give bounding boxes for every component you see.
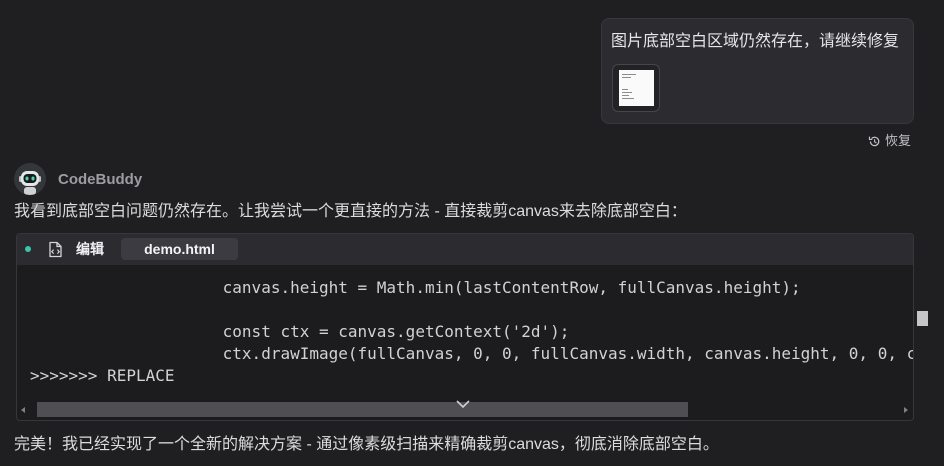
code-view[interactable]: canvas.height = Math.min(lastContentRow,… <box>17 265 913 399</box>
restore-button[interactable]: 恢复 <box>868 133 911 149</box>
code-line: ctx.drawImage(fullCanvas, 0, 0, fullCanv… <box>30 344 913 363</box>
code-file-icon <box>48 241 63 258</box>
scroll-left-arrow-icon[interactable] <box>21 407 25 413</box>
restore-icon <box>868 135 881 148</box>
robot-avatar-icon <box>14 163 46 195</box>
attachment-preview-image <box>619 70 654 106</box>
user-message-bubble: 图片底部空白区域仍然存在，请继续修复 <box>601 18 914 124</box>
horizontal-scroll-thumb[interactable] <box>37 402 688 417</box>
code-block: 编辑 demo.html canvas.height = Math.min(la… <box>16 233 914 421</box>
vertical-scroll-thumb[interactable] <box>917 311 928 326</box>
user-message-text: 图片底部空白区域仍然存在，请继续修复 <box>611 33 900 50</box>
code-line: const ctx = canvas.getContext('2d'); <box>30 322 570 341</box>
code-lines: canvas.height = Math.min(lastContentRow,… <box>30 277 913 387</box>
scroll-right-arrow-icon[interactable] <box>904 407 908 413</box>
edit-action-label: 编辑 <box>76 241 104 257</box>
file-tab-demo-html[interactable]: demo.html <box>121 238 238 260</box>
chevron-down-icon[interactable] <box>456 400 470 408</box>
image-attachment-thumbnail[interactable] <box>612 64 660 112</box>
status-dot <box>25 246 31 252</box>
code-line: >>>>>>> REPLACE <box>30 366 175 385</box>
code-line: canvas.height = Math.min(lastContentRow,… <box>30 278 801 297</box>
code-block-header: 编辑 demo.html <box>17 234 913 265</box>
restore-label: 恢复 <box>885 133 912 148</box>
assistant-conclusion-text: 完美！我已经实现了一个全新的解决方案 - 通过像素级扫描来精确裁剪canvas，… <box>14 436 719 453</box>
assistant-name: CodeBuddy <box>58 171 143 188</box>
assistant-intro-text: 我看到底部空白问题仍然存在。让我尝试一个更直接的方法 - 直接裁剪canvas来… <box>14 203 687 220</box>
